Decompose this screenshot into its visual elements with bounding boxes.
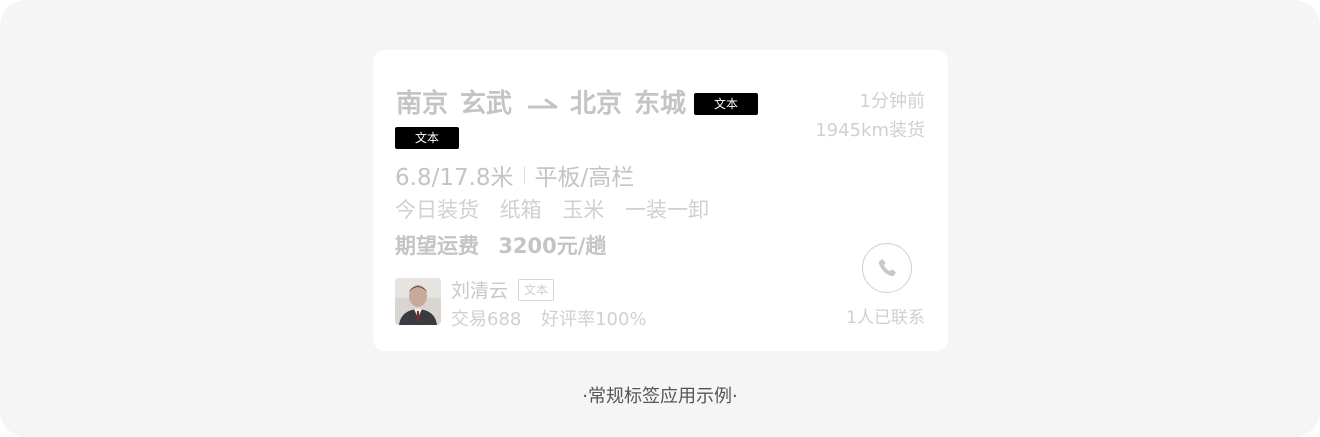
route-line: 南京 玄武 北京 东城 文本 <box>396 86 759 122</box>
goods-item: 今日装货 <box>395 198 479 222</box>
phone-icon <box>878 259 896 277</box>
arrow-right-icon <box>528 98 558 109</box>
goods-item: 一装一卸 <box>625 198 710 222</box>
contact-count: 1人已联系 <box>846 308 925 328</box>
truck-type: 平板/高栏 <box>534 165 635 191</box>
example-caption: ·常规标签应用示例· <box>582 386 738 407</box>
price-label: 期望运费 <box>395 234 479 258</box>
dest-district: 东城 <box>634 89 687 119</box>
origin-district: 玄武 <box>460 89 513 119</box>
vehicle-size: 6.8/17.8米 <box>395 165 514 191</box>
load-distance: 1945km装货 <box>815 120 925 141</box>
origin-city: 南京 <box>396 89 449 119</box>
driver-stats: 交易688 好评率100% <box>451 305 647 331</box>
avatar[interactable] <box>395 278 441 325</box>
avatar-image <box>395 278 441 325</box>
vehicle-spec: 6.8/17.8米 平板/高栏 <box>395 158 634 192</box>
goods-item: 玉米 <box>562 198 605 222</box>
page-background: 南京 玄武 北京 东城 文本 文本 1分钟前 1945km装货 6.8/17.8… <box>0 0 1320 437</box>
route-tag: 文本 <box>694 93 759 115</box>
post-time: 1分钟前 <box>859 91 925 112</box>
price-value: 3200元/趟 <box>498 234 607 258</box>
cargo-card[interactable]: 南京 玄武 北京 东城 文本 文本 1分钟前 1945km装货 6.8/17.8… <box>373 50 948 351</box>
expected-price: 期望运费 3200元/趟 <box>395 230 606 260</box>
trade-count: 交易688 <box>451 309 522 330</box>
secondary-tag: 文本 <box>395 127 459 149</box>
driver-tag: 文本 <box>518 278 555 301</box>
driver-name: 刘清云 <box>451 280 509 302</box>
goods-item: 纸箱 <box>499 198 542 222</box>
rating: 好评率100% <box>541 309 647 330</box>
goods-info: 今日装货 纸箱 玉米 一装一卸 <box>395 194 723 224</box>
call-button[interactable] <box>862 243 912 293</box>
divider <box>523 166 525 184</box>
driver-row: 刘清云 文本 <box>451 276 555 303</box>
dest-city: 北京 <box>570 89 623 119</box>
